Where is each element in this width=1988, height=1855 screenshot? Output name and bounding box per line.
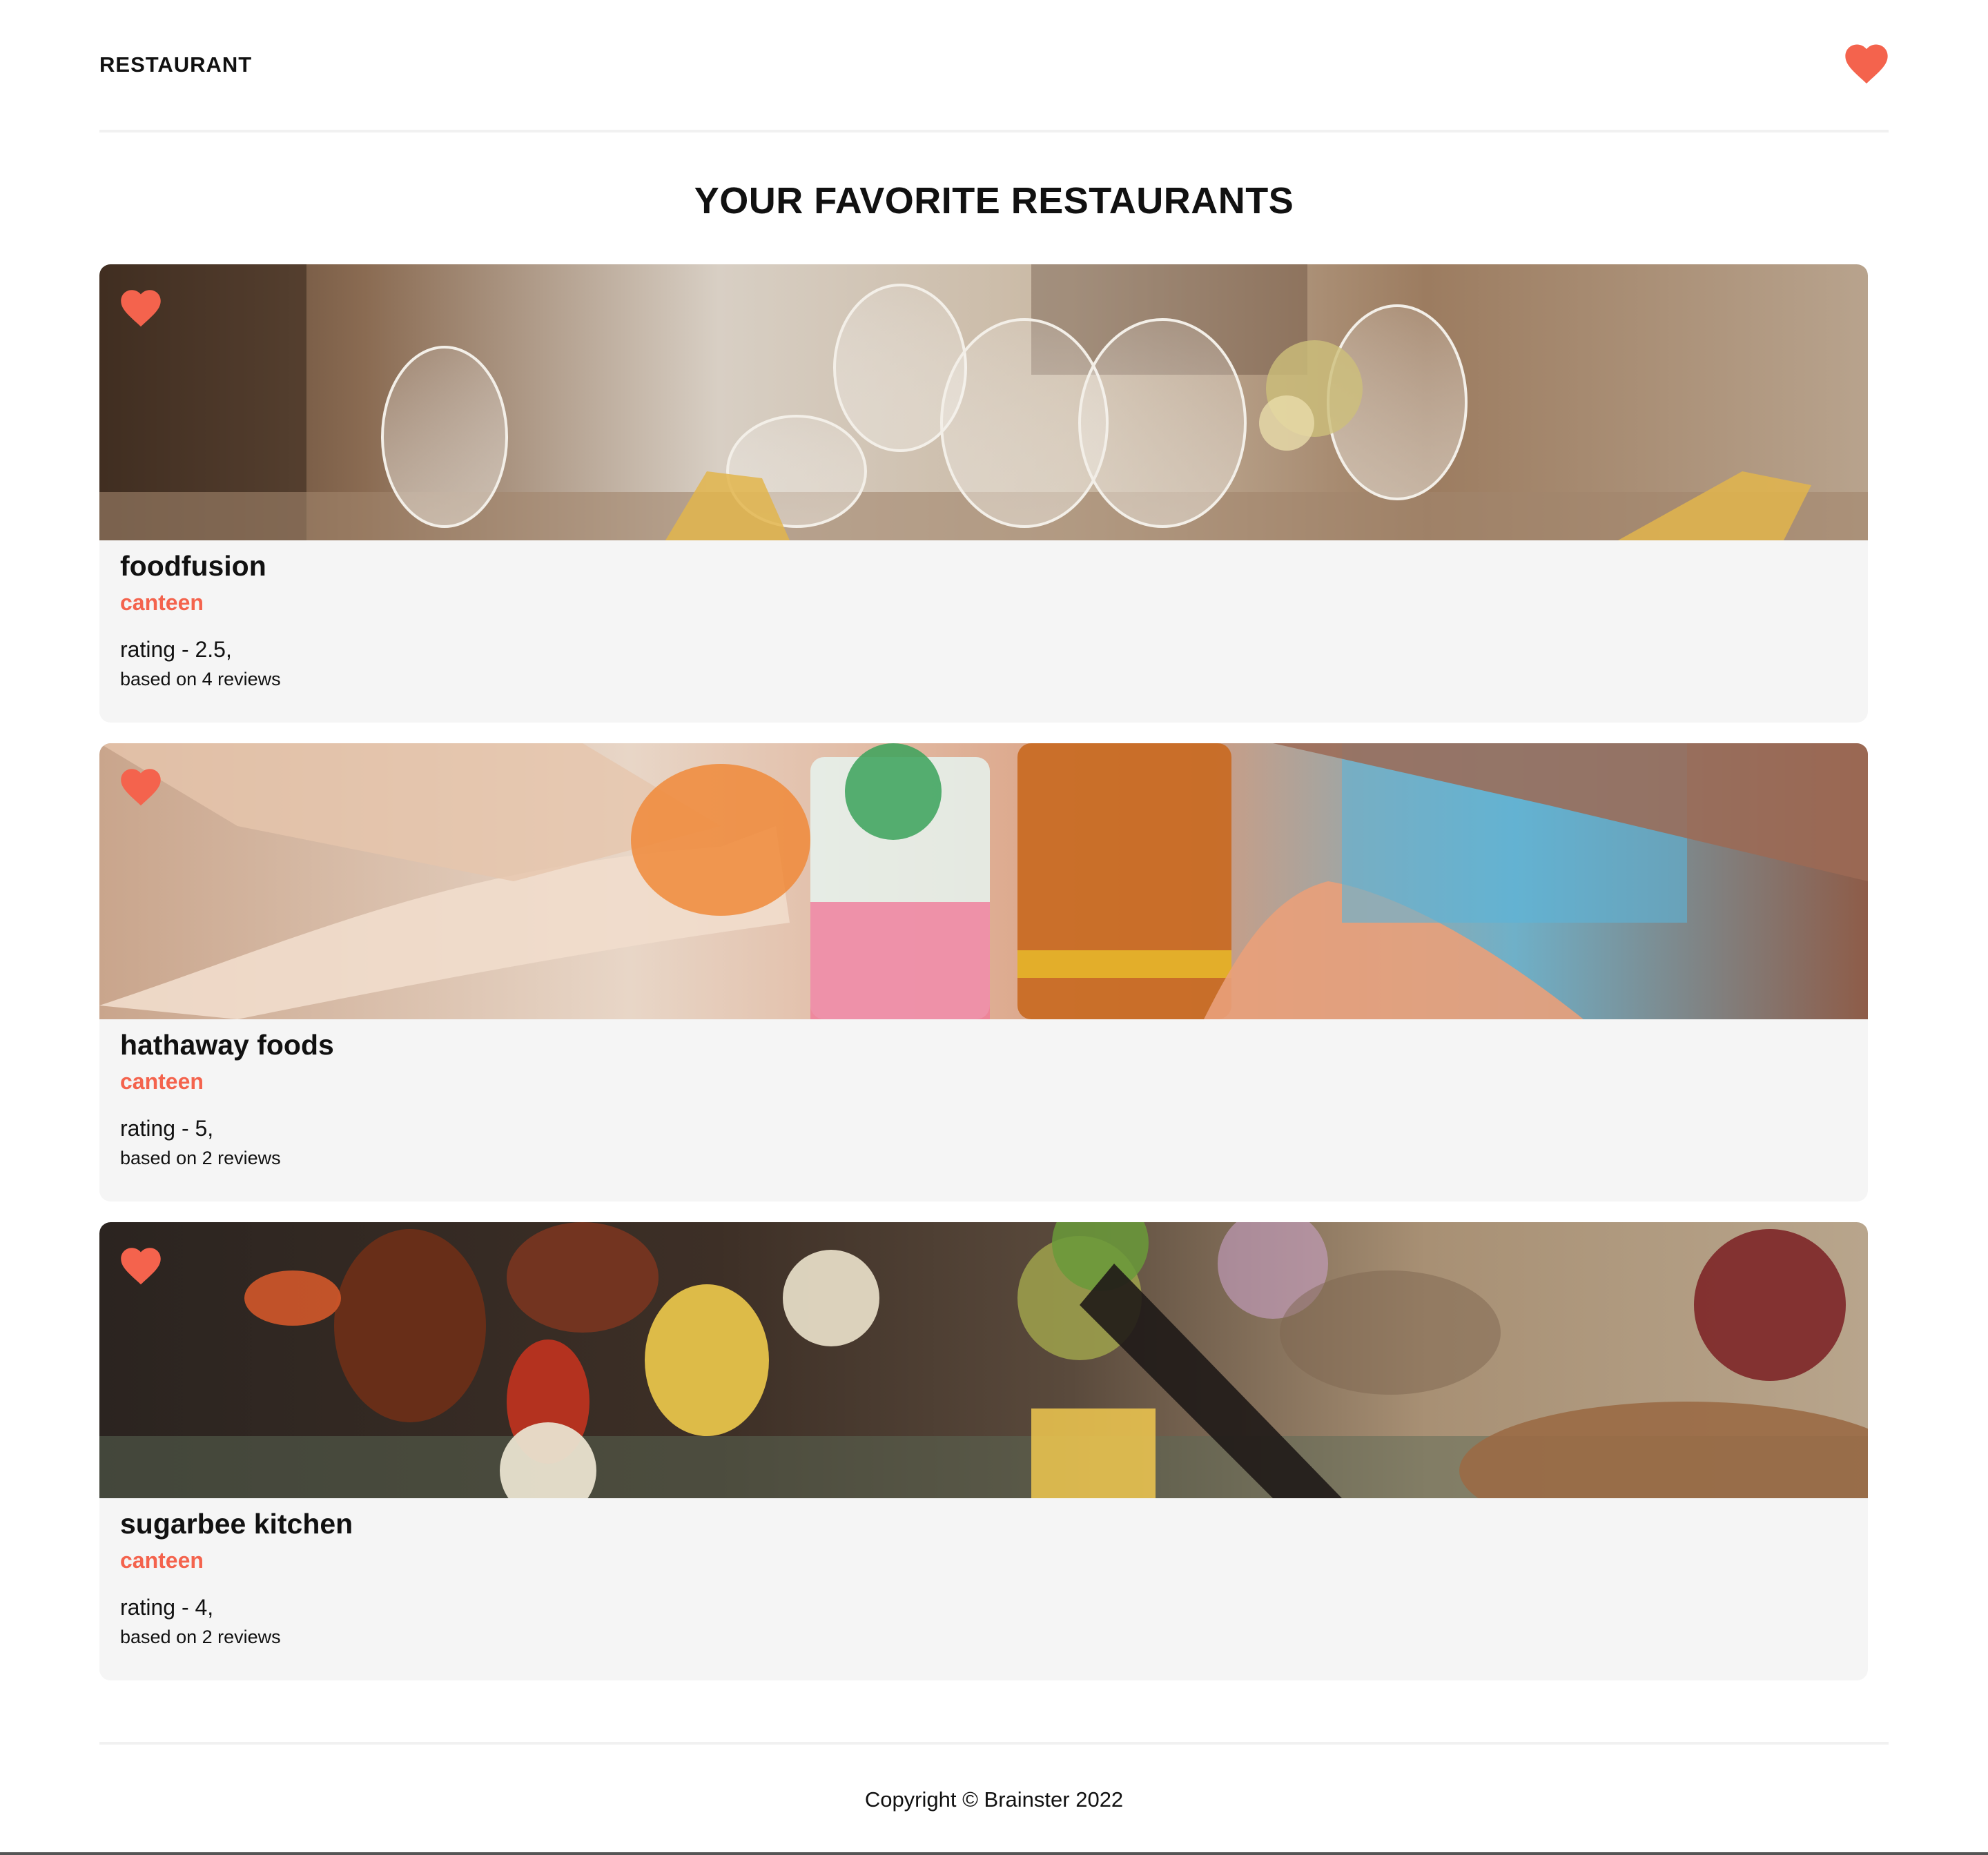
footer-copyright: Copyright © Brainster 2022 — [864, 1787, 1124, 1812]
brand-logo-text[interactable]: RESTAURANT — [99, 52, 252, 77]
favorite-heart-icon[interactable] — [120, 1247, 162, 1286]
restaurant-reviews: based on 2 reviews — [120, 1627, 281, 1647]
page: RESTAURANT YOUR FAVORITE RESTAURANTS foo… — [0, 0, 1988, 1855]
restaurant-type: canteen — [120, 1069, 204, 1094]
heart-icon — [1845, 44, 1888, 84]
bottom-border — [0, 1852, 1988, 1855]
restaurant-reviews: based on 2 reviews — [120, 1148, 281, 1168]
restaurant-image[interactable] — [99, 1222, 1868, 1498]
restaurant-type: canteen — [120, 1548, 204, 1573]
heart-icon — [121, 1248, 161, 1285]
restaurant-name[interactable]: foodfusion — [120, 550, 266, 582]
restaurant-card[interactable]: sugarbee kitchen canteen rating - 4, bas… — [99, 1222, 1868, 1680]
heart-icon — [121, 290, 161, 327]
restaurant-reviews: based on 4 reviews — [120, 669, 281, 689]
restaurant-type: canteen — [120, 590, 204, 615]
favorite-heart-icon[interactable] — [120, 289, 162, 328]
favorite-heart-icon[interactable] — [120, 768, 162, 807]
footer-divider — [99, 1742, 1889, 1745]
page-title: YOUR FAVORITE RESTAURANTS — [694, 180, 1294, 222]
favorites-heart-icon[interactable] — [1844, 43, 1889, 86]
restaurant-name[interactable]: hathaway foods — [120, 1029, 334, 1061]
restaurant-rating: rating - 4, — [120, 1595, 214, 1620]
restaurant-rating: rating - 2.5, — [120, 637, 232, 662]
restaurant-card[interactable]: foodfusion canteen rating - 2.5, based o… — [99, 264, 1868, 723]
site-header: RESTAURANT — [99, 0, 1889, 132]
restaurant-name[interactable]: sugarbee kitchen — [120, 1508, 353, 1540]
heart-icon — [121, 769, 161, 806]
restaurant-image[interactable] — [99, 264, 1868, 540]
restaurant-card[interactable]: hathaway foods canteen rating - 5, based… — [99, 743, 1868, 1201]
restaurant-image[interactable] — [99, 743, 1868, 1019]
restaurant-rating: rating - 5, — [120, 1116, 214, 1141]
